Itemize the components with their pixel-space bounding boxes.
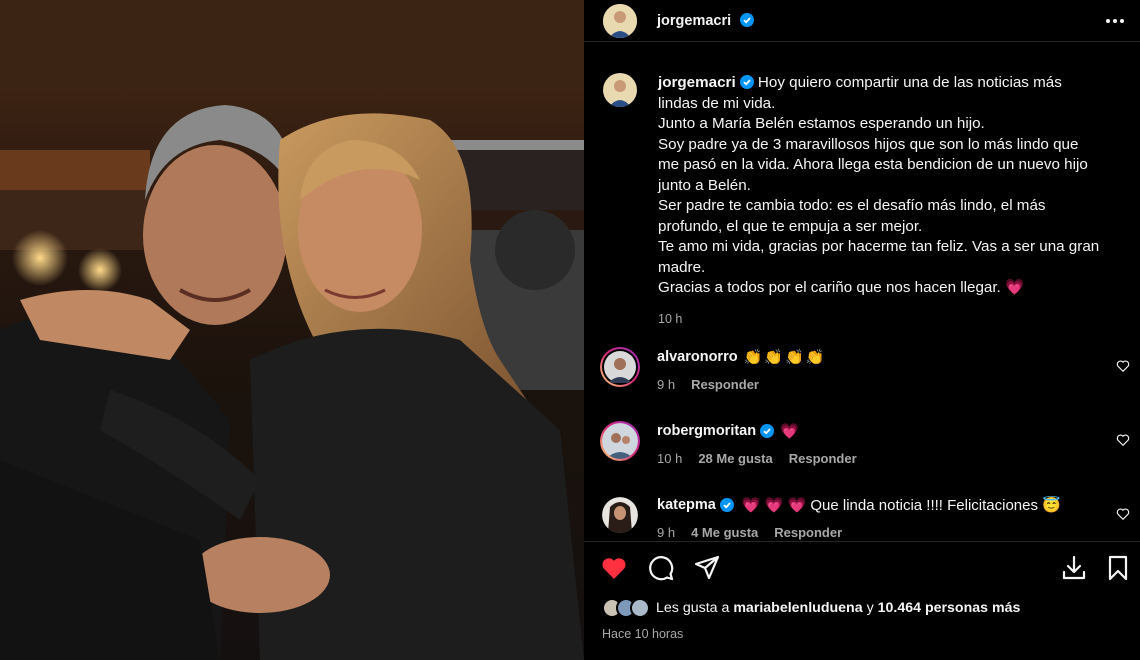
caption-author-name[interactable]: jorgemacri bbox=[658, 74, 736, 91]
comment-username[interactable]: alvaronorro bbox=[657, 349, 738, 365]
comment-like-heart-icon[interactable] bbox=[1116, 359, 1130, 373]
post-header: jorgemacri bbox=[584, 0, 1140, 42]
bookmark-icon[interactable] bbox=[1104, 554, 1132, 582]
caption-line: lindas de mi vida. bbox=[658, 94, 776, 112]
caption-line: Junto a María Belén estamos esperando un… bbox=[658, 115, 985, 132]
caption-line: madre. bbox=[658, 258, 706, 276]
commenter-avatar[interactable] bbox=[600, 495, 640, 535]
comment-text: 💗 💗 💗 Que linda noticia !!!! Felicitacio… bbox=[741, 497, 1061, 514]
verified-icon bbox=[739, 12, 754, 27]
comment-text: 👏👏👏👏 bbox=[743, 349, 827, 366]
comment-icon[interactable] bbox=[647, 554, 675, 582]
share-icon[interactable] bbox=[693, 554, 721, 582]
comment-time[interactable]: 9 h bbox=[657, 525, 675, 540]
heart-icon[interactable] bbox=[600, 554, 628, 582]
comment-item: robergmoritan 💗 10 h 28 Me gusta Responder bbox=[584, 421, 1140, 466]
commenter-avatar[interactable] bbox=[600, 347, 640, 387]
comment-like-heart-icon[interactable] bbox=[1116, 507, 1130, 521]
verified-icon bbox=[760, 424, 775, 438]
comment-username[interactable]: robergmoritan bbox=[657, 423, 756, 439]
comment-text: 💗 bbox=[780, 423, 801, 440]
comment-body: robergmoritan 💗 10 h 28 Me gusta Responder bbox=[657, 421, 873, 466]
comment-item: alvaronorro 👏👏👏👏 9 h Responder bbox=[584, 347, 1140, 392]
likers-avatar-stack bbox=[602, 598, 650, 618]
author-avatar-image bbox=[603, 3, 637, 38]
likes-prefix: Les gusta a bbox=[656, 600, 730, 616]
caption-line: Ser padre te cambia todo: es el desafío … bbox=[658, 197, 1046, 214]
caption-author-avatar-image bbox=[603, 73, 637, 107]
caption-line: Gracias a todos por el cariño que nos ha… bbox=[658, 279, 1024, 296]
comment-username[interactable]: katepma bbox=[657, 497, 716, 513]
caption-line: Soy padre ya de 3 maravillosos hijos que… bbox=[658, 135, 1079, 153]
liker-avatar bbox=[630, 598, 650, 618]
comments-scroll-area[interactable]: jorgemacri Hoy quiero compartir una de l… bbox=[584, 59, 1140, 541]
caption-author-avatar[interactable] bbox=[603, 73, 637, 107]
caption-line: profundo, el que te empuja a ser mejor. bbox=[658, 217, 923, 235]
caption-line: Te amo mi vida, gracias por hacerme tan … bbox=[658, 238, 1100, 255]
post-photo[interactable] bbox=[0, 0, 584, 660]
download-icon[interactable] bbox=[1060, 554, 1088, 582]
caption-line: me pasó en la vida. Ahora llega esta ben… bbox=[658, 156, 1088, 173]
posted-time: Hace 10 horas bbox=[602, 627, 684, 641]
commenter-avatar[interactable] bbox=[600, 421, 640, 461]
caption-line-text: Hoy quiero compartir una de las noticias… bbox=[757, 74, 1062, 91]
commenter-avatar-image bbox=[602, 423, 638, 459]
comment-time[interactable]: 9 h bbox=[657, 377, 675, 392]
post-caption: jorgemacri Hoy quiero compartir una de l… bbox=[584, 73, 1128, 329]
comment-likes-count[interactable]: 4 Me gusta bbox=[691, 525, 758, 540]
likes-others-count[interactable]: 10.464 personas más bbox=[878, 600, 1021, 616]
caption-text: jorgemacri Hoy quiero compartir una de l… bbox=[658, 73, 1128, 329]
post-photo-illustration bbox=[0, 0, 584, 660]
verified-icon bbox=[739, 75, 754, 89]
reply-button[interactable]: Responder bbox=[789, 451, 857, 466]
caption-line: junto a Belén. bbox=[658, 176, 751, 194]
comment-likes-count[interactable]: 28 Me gusta bbox=[698, 451, 772, 466]
post-details-panel: jorgemacri jorgemacri Hoy quiero compart… bbox=[584, 0, 1140, 660]
post-action-bar bbox=[584, 541, 1140, 596]
commenter-avatar-image bbox=[602, 349, 638, 385]
author-name[interactable]: jorgemacri bbox=[657, 13, 731, 29]
reply-button[interactable]: Responder bbox=[691, 377, 759, 392]
likes-first-user[interactable]: mariabelenluduena bbox=[733, 600, 862, 616]
comment-like-heart-icon[interactable] bbox=[1116, 433, 1130, 447]
comment-time[interactable]: 10 h bbox=[657, 451, 682, 466]
comment-body: katepma 💗 💗 💗 Que linda noticia !!!! Feli… bbox=[657, 495, 1061, 540]
likes-summary[interactable]: Les gusta a mariabelenluduena y 10.464 p… bbox=[602, 598, 1020, 618]
author-username[interactable]: jorgemacri bbox=[657, 12, 754, 30]
caption-timestamp[interactable]: 10 h bbox=[658, 309, 1128, 330]
likes-connector: y bbox=[866, 600, 874, 616]
commenter-avatar-image bbox=[602, 497, 638, 533]
author-avatar[interactable] bbox=[603, 3, 637, 38]
comment-item: katepma 💗 💗 💗 Que linda noticia !!!! Feli… bbox=[584, 495, 1140, 540]
more-options-icon[interactable] bbox=[1104, 10, 1126, 32]
verified-icon bbox=[719, 498, 734, 512]
caption-line: jorgemacri Hoy quiero compartir una de l… bbox=[658, 73, 1128, 94]
comment-body: alvaronorro 👏👏👏👏 9 h Responder bbox=[657, 347, 826, 392]
reply-button[interactable]: Responder bbox=[774, 525, 842, 540]
